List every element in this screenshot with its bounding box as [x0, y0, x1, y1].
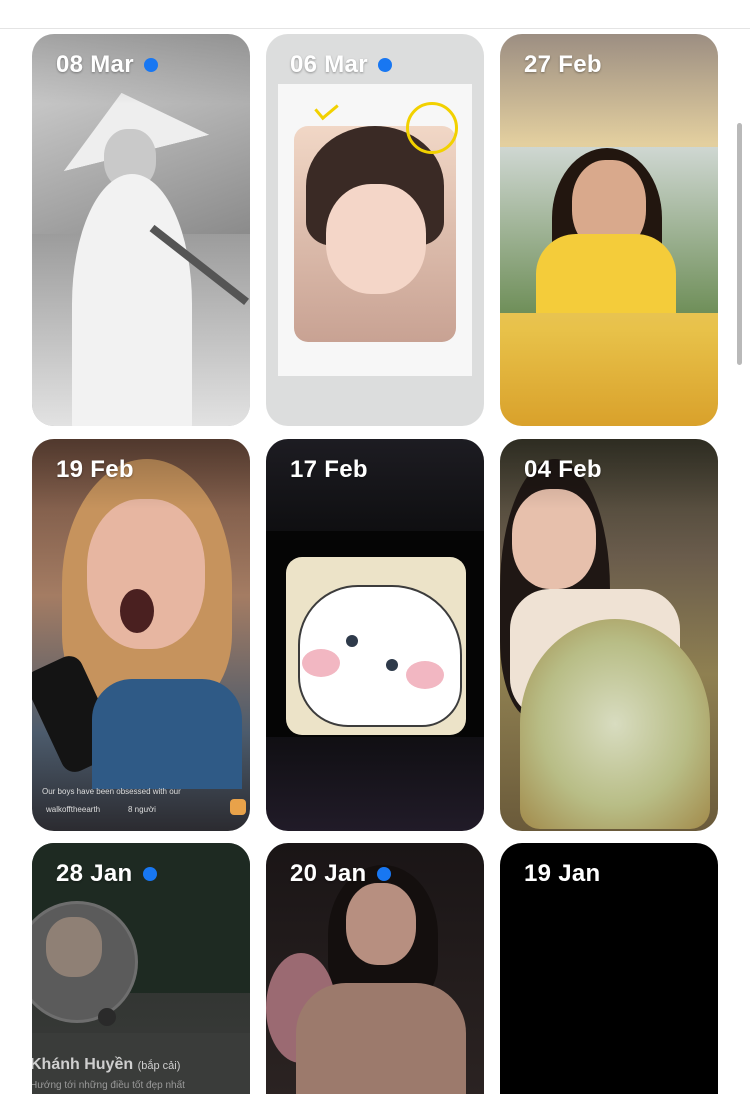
story-date: 27 Feb [524, 51, 602, 78]
story-thumbnail [266, 439, 484, 831]
story-date: 19 Jan [524, 860, 601, 887]
scrollbar[interactable] [737, 123, 742, 365]
story-card[interactable]: 06 Mar [266, 34, 484, 426]
story-card[interactable]: 28 Jan Khánh Huyền (bắp cải) Hướng tới n… [32, 843, 250, 1094]
story-caption: Our boys have been obsessed with our [42, 787, 181, 796]
story-card[interactable]: 19 Jan [500, 843, 718, 1094]
story-card[interactable]: 04 Feb [500, 439, 718, 831]
profile-bio: Hướng tới những điều tốt đẹp nhất [32, 1080, 185, 1091]
story-footer-user: walkofftheearth [46, 805, 101, 814]
unseen-dot [142, 867, 157, 881]
profile-name: Khánh Huyền (bắp cải) [32, 1056, 181, 1073]
camera-icon [98, 1008, 116, 1026]
story-card[interactable]: 20 Jan [266, 843, 484, 1094]
story-date: 19 Feb [56, 456, 134, 483]
top-bar [0, 0, 750, 29]
unseen-dot [376, 867, 391, 881]
story-footer-viewers: 8 người [128, 805, 156, 814]
story-date: 28 Jan [56, 860, 157, 888]
story-card[interactable]: 17 Feb [266, 439, 484, 831]
unseen-dot [377, 58, 392, 72]
story-card[interactable]: 19 Feb Our boys have been obsessed with … [32, 439, 250, 831]
story-date: 06 Mar [290, 51, 392, 79]
story-date: 20 Jan [290, 860, 391, 888]
reaction-icon [230, 799, 246, 815]
story-card[interactable]: 27 Feb [500, 34, 718, 426]
story-thumbnail [266, 34, 484, 426]
story-date: 17 Feb [290, 456, 368, 483]
story-card[interactable]: 08 Mar [32, 34, 250, 426]
unseen-dot [143, 58, 158, 72]
story-date: 04 Feb [524, 456, 602, 483]
story-thumbnail [500, 34, 718, 426]
story-date: 08 Mar [56, 51, 158, 79]
